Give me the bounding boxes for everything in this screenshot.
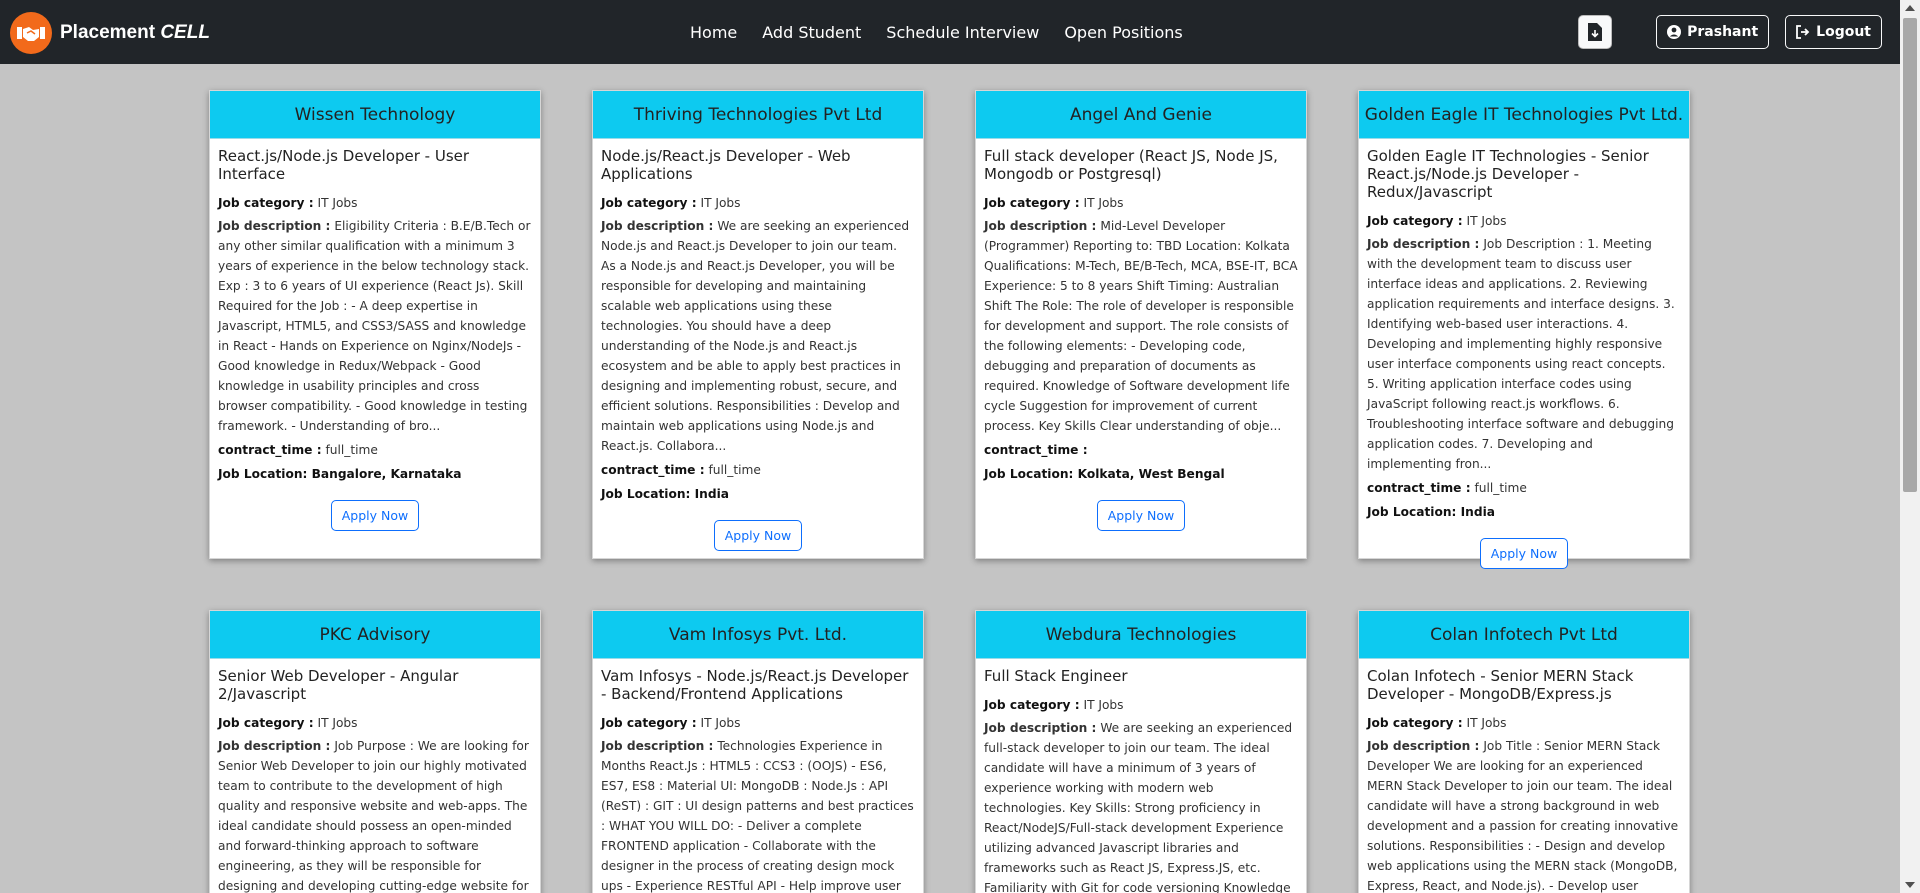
job-title: Node.js/React.js Developer - Web Applica… — [601, 147, 851, 183]
brand-name-suffix: CELL — [160, 22, 210, 43]
job-card: PKC Advisory Senior Web Developer - Angu… — [209, 610, 541, 893]
download-button[interactable] — [1578, 15, 1613, 49]
brand-name: Placement CELL — [60, 22, 210, 44]
job-location: Job Location: India — [601, 487, 729, 501]
job-description: Job description : Eligibility Criteria :… — [218, 219, 531, 433]
apply-now-button[interactable]: Apply Now — [713, 520, 803, 551]
job-category: Job category : IT Jobs — [218, 196, 358, 210]
job-card: Webdura Technologies Full Stack Engineer… — [975, 610, 1307, 893]
job-description: Job description : We are seeking an expe… — [601, 219, 910, 453]
logout-label: Logout — [1816, 24, 1871, 40]
job-card: Wissen Technology React.js/Node.js Devel… — [209, 90, 541, 559]
job-category: Job category : IT Jobs — [601, 196, 741, 210]
company-name: Wissen Technology — [210, 91, 540, 139]
job-title: Senior Web Developer - Angular 2/Javascr… — [218, 667, 459, 703]
job-category: Job category : IT Jobs — [601, 716, 741, 730]
job-location: Job Location: India — [1367, 505, 1495, 519]
job-description: Job description : Job Purpose : We are l… — [218, 739, 529, 893]
navbar: Placement CELL Home Add Student Schedule… — [0, 0, 1900, 64]
company-name: Vam Infosys Pvt. Ltd. — [593, 611, 923, 659]
user-circle-icon — [1667, 25, 1682, 39]
company-name: Webdura Technologies — [976, 611, 1306, 659]
nav-schedule-interview[interactable]: Schedule Interview — [886, 23, 1039, 42]
logout-button[interactable]: Logout — [1785, 15, 1882, 49]
job-card: Colan Infotech Pvt Ltd Colan Infotech - … — [1358, 610, 1690, 893]
company-name: Colan Infotech Pvt Ltd — [1359, 611, 1689, 659]
job-card: Vam Infosys Pvt. Ltd. Vam Infosys - Node… — [592, 610, 924, 893]
handshake-logo-icon — [10, 12, 52, 54]
job-category: Job category : IT Jobs — [984, 698, 1124, 712]
job-description: Job description : Mid-Level Developer (P… — [984, 219, 1298, 433]
job-description: Job description : We are seeking an expe… — [984, 721, 1293, 893]
job-description: Job description : Job Title : Senior MER… — [1367, 739, 1679, 893]
nav-links: Home Add Student Schedule Interview Open… — [690, 0, 1208, 64]
job-description: Job description : Technologies Experienc… — [601, 739, 914, 893]
job-category: Job category : IT Jobs — [1367, 214, 1507, 228]
job-location: Job Location: Bangalore, Karnataka — [218, 467, 462, 481]
company-name: Angel And Genie — [976, 91, 1306, 139]
logout-icon — [1796, 25, 1810, 39]
job-category: Job category : IT Jobs — [1367, 716, 1507, 730]
contract-time: contract_time : full_time — [1367, 481, 1527, 495]
job-title: Full stack developer (React JS, Node JS,… — [984, 147, 1278, 183]
job-card: Angel And Genie Full stack developer (Re… — [975, 90, 1307, 559]
job-category: Job category : IT Jobs — [218, 716, 358, 730]
contract-time: contract_time : full_time — [218, 443, 378, 457]
company-name: PKC Advisory — [210, 611, 540, 659]
user-name: Prashant — [1687, 24, 1759, 40]
nav-add-student[interactable]: Add Student — [762, 23, 861, 42]
job-title: React.js/Node.js Developer - User Interf… — [218, 147, 470, 183]
apply-now-button[interactable]: Apply Now — [1479, 538, 1569, 569]
nav-right: Prashant Logout — [1578, 15, 1882, 49]
contract-time: contract_time : full_time — [601, 463, 761, 477]
job-card: Golden Eagle IT Technologies Pvt Ltd. Go… — [1358, 90, 1690, 569]
job-location: Job Location: Kolkata, West Bengal — [984, 467, 1225, 481]
apply-now-button[interactable]: Apply Now — [330, 500, 420, 531]
scroll-up-arrow-icon[interactable] — [1905, 5, 1915, 11]
job-title: Colan Infotech - Senior MERN Stack Devel… — [1367, 667, 1634, 703]
job-card: Thriving Technologies Pvt Ltd Node.js/Re… — [592, 90, 924, 559]
scroll-thumb[interactable] — [1903, 18, 1917, 492]
brand[interactable]: Placement CELL — [10, 12, 210, 54]
page-scrollbar[interactable] — [1900, 0, 1920, 893]
company-name: Golden Eagle IT Technologies Pvt Ltd. — [1359, 91, 1689, 139]
apply-now-button[interactable]: Apply Now — [1096, 500, 1186, 531]
nav-open-positions[interactable]: Open Positions — [1064, 23, 1182, 42]
file-download-icon — [1588, 23, 1603, 41]
job-title: Golden Eagle IT Technologies - Senior Re… — [1367, 147, 1649, 201]
nav-home[interactable]: Home — [690, 23, 737, 42]
job-description: Job description : Job Description : 1. M… — [1367, 237, 1675, 471]
job-title: Vam Infosys - Node.js/React.js Developer… — [601, 667, 909, 703]
job-title: Full Stack Engineer — [984, 667, 1128, 685]
job-category: Job category : IT Jobs — [984, 196, 1124, 210]
contract-time: contract_time : — [984, 443, 1088, 457]
company-name: Thriving Technologies Pvt Ltd — [593, 91, 923, 139]
scroll-down-arrow-icon[interactable] — [1905, 882, 1915, 888]
brand-name-prefix: Placement — [60, 22, 156, 43]
user-profile-button[interactable]: Prashant — [1656, 15, 1770, 49]
